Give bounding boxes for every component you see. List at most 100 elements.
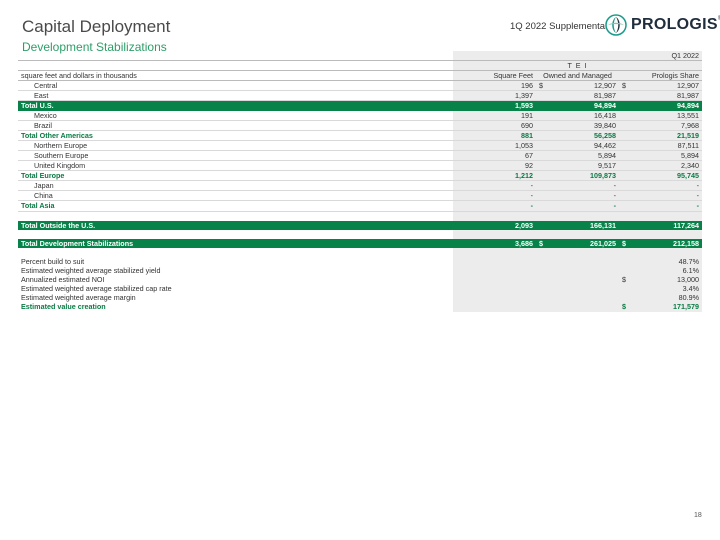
- table-row: China - - -: [18, 190, 703, 202]
- table-row: East 1,397 81,987 81,987: [18, 90, 703, 102]
- table-row: Japan - - -: [18, 180, 703, 192]
- cell-owned-managed: -: [536, 180, 619, 192]
- row-label: Brazil: [18, 120, 453, 131]
- row-label: Mexico: [18, 110, 453, 121]
- subtotal-row: Total Europe 1,212 109,873 95,745: [18, 170, 703, 182]
- currency-symbol: $: [622, 302, 626, 312]
- grand-total-row: Total Development Stabilizations 3,686 $…: [18, 238, 703, 248]
- currency-symbol: $: [539, 238, 543, 248]
- row-label: Total U.S.: [18, 100, 453, 111]
- spacer-row: [18, 229, 703, 239]
- row-label: Total Asia: [18, 200, 453, 212]
- currency-symbol: $: [539, 81, 543, 91]
- cell-owned-managed: 56,258: [536, 130, 619, 141]
- logo-wordmark: PROLOGIS®: [631, 16, 720, 33]
- cell-owned-managed: 166,131: [536, 220, 619, 230]
- cell-owned-managed: 109,873: [536, 170, 619, 182]
- total-row: Total Outside the U.S. 2,093 166,131 117…: [18, 220, 703, 230]
- cell-square-feet: 1,593: [453, 100, 536, 111]
- cell-prologis-share: 21,519: [619, 130, 703, 141]
- total-row: Total U.S. 1,593 94,894 94,894: [18, 100, 703, 111]
- cell-prologis-share: 5,894: [619, 150, 703, 162]
- cell-owned-managed: 5,894: [536, 150, 619, 162]
- cell-prologis-share: -: [619, 180, 703, 192]
- table-row: Northern Europe 1,053 94,462 87,511: [18, 140, 703, 151]
- table-row: Central 196 $12,907 $12,907: [18, 80, 703, 92]
- cell-prologis-share: -: [619, 190, 703, 202]
- metric-value: 80.9%: [619, 293, 703, 303]
- cell-owned-managed: -: [536, 200, 619, 212]
- cell-prologis-share: 2,340: [619, 160, 703, 172]
- metric-label: Annualized estimated NOI: [21, 275, 105, 285]
- row-label: Total Outside the U.S.: [18, 220, 453, 230]
- subtotal-row: Total Other Americas 881 56,258 21,519: [18, 130, 703, 141]
- prologis-logo: PROLOGIS®: [605, 14, 720, 36]
- cell-square-feet: 196: [453, 80, 536, 92]
- row-label: Total Development Stabilizations: [18, 238, 453, 248]
- cell-prologis-share: 12,907: [677, 81, 700, 91]
- supplemental-label: 1Q 2022 Supplemental: [510, 21, 608, 32]
- cell-square-feet: 191: [453, 110, 536, 121]
- row-label: Northern Europe: [18, 140, 453, 151]
- cell-prologis-share: 13,551: [619, 110, 703, 121]
- table-row: United Kingdom 92 9,517 2,340: [18, 160, 703, 172]
- cell-square-feet: -: [453, 190, 536, 202]
- table-row: Brazil 690 39,840 7,968: [18, 120, 703, 131]
- cell-owned-managed: 81,987: [536, 90, 619, 102]
- row-label: Total Europe: [18, 170, 453, 182]
- currency-symbol: $: [622, 81, 626, 91]
- prologis-mark-icon: [605, 14, 627, 36]
- cell-square-feet: 690: [453, 120, 536, 131]
- cell-owned-managed: 12,907: [594, 81, 616, 91]
- cell-prologis-share: 7,968: [619, 120, 703, 131]
- metric-row: Estimated weighted average stabilized ca…: [18, 284, 703, 294]
- table-row: Southern Europe 67 5,894 5,894: [18, 150, 703, 162]
- column-header-row: square feet and dollars in thousands Squ…: [18, 70, 703, 82]
- cell-square-feet: 3,686: [453, 238, 536, 248]
- group-label: T E I: [453, 60, 703, 72]
- metric-label: Estimated weighted average stabilized yi…: [21, 266, 161, 276]
- metric-label: Estimated weighted average margin: [21, 293, 136, 303]
- col-header-owned-managed: Owned and Managed: [536, 70, 619, 82]
- cell-square-feet: 1,212: [453, 170, 536, 182]
- metric-row: Percent build to suit 48.7%: [18, 256, 703, 267]
- currency-symbol: $: [622, 238, 626, 248]
- metric-value: 13,000: [677, 275, 700, 285]
- cell-owned-managed: 94,894: [536, 100, 619, 111]
- cell-prologis-share: 94,894: [619, 100, 703, 111]
- cell-owned-managed: 39,840: [536, 120, 619, 131]
- metric-row: Estimated weighted average stabilized yi…: [18, 266, 703, 276]
- currency-symbol: $: [622, 275, 626, 285]
- metric-label: Percent build to suit: [21, 256, 85, 266]
- cell-owned-managed: 16,418: [536, 110, 619, 121]
- metric-value: 6.1%: [619, 266, 703, 276]
- spacer-row: [18, 247, 703, 257]
- cell-prologis-share: 212,158: [673, 238, 700, 248]
- cell-square-feet: 2,093: [453, 220, 536, 230]
- cell-owned-managed: -: [536, 190, 619, 202]
- cell-square-feet: 67: [453, 150, 536, 162]
- metric-label: Estimated value creation: [21, 302, 106, 312]
- page-number: 18: [694, 512, 702, 519]
- period-label: Q1 2022: [453, 51, 703, 62]
- cell-prologis-share: 81,987: [619, 90, 703, 102]
- cell-prologis-share: -: [619, 200, 703, 212]
- row-label: Southern Europe: [18, 150, 453, 162]
- cell-prologis-share: 95,745: [619, 170, 703, 182]
- table-row: Mexico 191 16,418 13,551: [18, 110, 703, 121]
- row-label: Japan: [18, 180, 453, 192]
- row-label: East: [18, 90, 453, 102]
- cell-owned-managed: 261,025: [590, 238, 616, 248]
- units-label: square feet and dollars in thousands: [18, 70, 453, 82]
- row-label: United Kingdom: [18, 160, 453, 172]
- metric-value: 3.4%: [619, 284, 703, 294]
- cell-owned-managed: 94,462: [536, 140, 619, 151]
- metric-value: 48.7%: [619, 256, 703, 267]
- col-header-square-feet: Square Feet: [453, 70, 536, 82]
- cell-owned-managed: 9,517: [536, 160, 619, 172]
- subtotal-row: Total Asia - - -: [18, 200, 703, 212]
- col-header-prologis-share: Prologis Share: [619, 70, 703, 82]
- metric-row: Estimated value creation $171,579: [18, 302, 703, 312]
- metric-row: Annualized estimated NOI $13,000: [18, 275, 703, 285]
- cell-square-feet: -: [453, 200, 536, 212]
